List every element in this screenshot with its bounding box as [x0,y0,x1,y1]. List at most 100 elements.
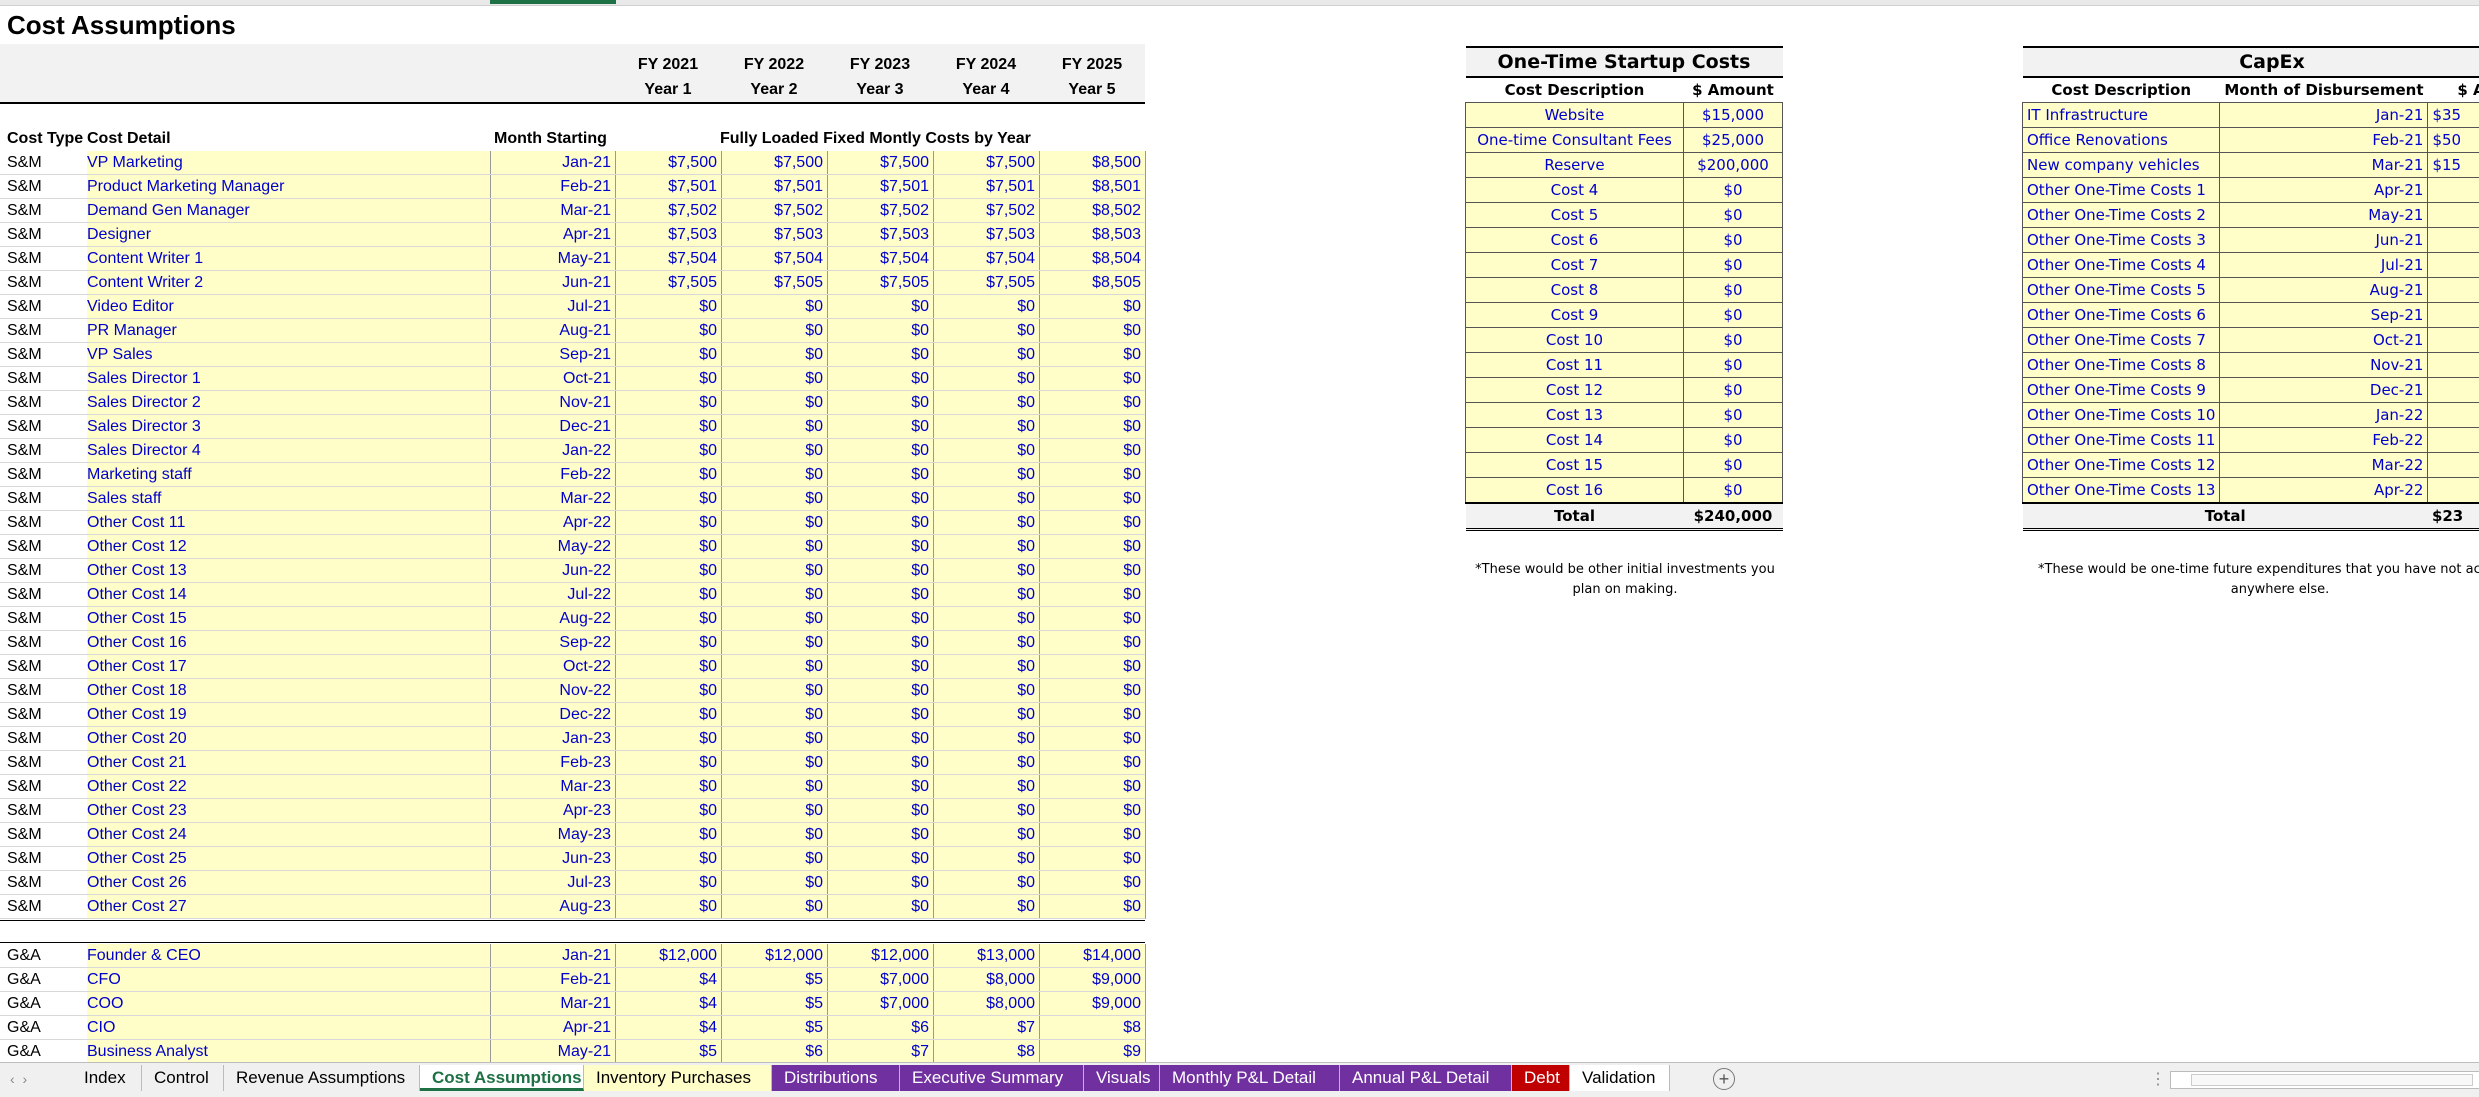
capex-month-cell[interactable]: Aug-21 [2220,278,2428,303]
cost-detail-cell[interactable]: Other Cost 13 [87,559,490,583]
monthly-cost-cell[interactable]: $8 [1040,1016,1146,1040]
monthly-cost-cell[interactable]: $0 [934,799,1040,823]
monthly-cost-cell[interactable]: $0 [1040,751,1146,775]
monthly-cost-cell[interactable]: $0 [934,823,1040,847]
cost-type-cell[interactable]: S&M [7,703,87,727]
cost-type-cell[interactable]: S&M [7,775,87,799]
monthly-cost-cell[interactable]: $0 [828,487,934,511]
capex-desc-cell[interactable]: Other One-Time Costs 8 [2023,353,2220,378]
month-starting-cell[interactable]: Jun-23 [490,847,616,871]
monthly-cost-cell[interactable]: $0 [934,439,1040,463]
monthly-cost-cell[interactable]: $0 [1040,439,1146,463]
monthly-cost-cell[interactable]: $0 [616,631,722,655]
monthly-cost-cell[interactable]: $0 [934,535,1040,559]
capex-amount-cell[interactable] [2428,253,2479,278]
monthly-cost-cell[interactable]: $0 [722,895,828,919]
capex-desc-cell[interactable]: Other One-Time Costs 2 [2023,203,2220,228]
monthly-cost-cell[interactable]: $0 [828,799,934,823]
capex-amount-cell[interactable] [2428,478,2479,504]
monthly-cost-cell[interactable]: $0 [722,799,828,823]
cost-type-cell[interactable]: S&M [7,319,87,343]
plus-circle-icon[interactable]: + [1713,1068,1735,1090]
month-starting-cell[interactable]: Feb-22 [490,463,616,487]
monthly-cost-cell[interactable]: $0 [828,631,934,655]
monthly-cost-cell[interactable]: $0 [722,823,828,847]
cost-detail-cell[interactable]: Sales Director 4 [87,439,490,463]
monthly-cost-cell[interactable]: $0 [828,295,934,319]
month-starting-cell[interactable]: Aug-22 [490,607,616,631]
monthly-cost-cell[interactable]: $0 [934,487,1040,511]
cost-type-cell[interactable]: S&M [7,175,87,199]
cost-detail-cell[interactable]: Product Marketing Manager [87,175,490,199]
monthly-cost-cell[interactable]: $0 [616,319,722,343]
cost-detail-cell[interactable]: Other Cost 26 [87,871,490,895]
monthly-cost-cell[interactable]: $0 [934,295,1040,319]
monthly-cost-cell[interactable]: $0 [934,871,1040,895]
capex-desc-cell[interactable]: Other One-Time Costs 7 [2023,328,2220,353]
monthly-cost-cell[interactable]: $7,503 [934,223,1040,247]
monthly-cost-cell[interactable]: $12,000 [722,944,828,968]
cost-type-cell[interactable]: S&M [7,367,87,391]
month-starting-cell[interactable]: Jun-22 [490,559,616,583]
cost-detail-cell[interactable]: Other Cost 15 [87,607,490,631]
capex-month-cell[interactable]: Apr-21 [2220,178,2428,203]
monthly-cost-cell[interactable]: $0 [934,631,1040,655]
cost-detail-cell[interactable]: Content Writer 1 [87,247,490,271]
monthly-cost-cell[interactable]: $0 [1040,871,1146,895]
monthly-cost-cell[interactable]: $0 [934,391,1040,415]
monthly-cost-cell[interactable]: $7,504 [616,247,722,271]
monthly-cost-cell[interactable]: $7,502 [934,199,1040,223]
capex-desc-cell[interactable]: Other One-Time Costs 1 [2023,178,2220,203]
month-starting-cell[interactable]: Jul-23 [490,871,616,895]
cost-detail-cell[interactable]: Demand Gen Manager [87,199,490,223]
capex-amount-cell[interactable] [2428,428,2479,453]
monthly-cost-cell[interactable]: $0 [616,775,722,799]
cost-type-cell[interactable]: S&M [7,655,87,679]
cost-detail-cell[interactable]: COO [87,992,490,1016]
month-starting-cell[interactable]: Jan-21 [490,151,616,175]
monthly-cost-cell[interactable]: $0 [616,607,722,631]
sheet-tab-3[interactable]: Cost Assumptions [420,1065,584,1091]
sheet-tab-11[interactable]: Validation [1570,1065,1670,1091]
scrollbar-thumb[interactable] [2191,1074,2473,1086]
monthly-cost-cell[interactable]: $0 [722,871,828,895]
monthly-cost-cell[interactable]: $7,502 [722,199,828,223]
monthly-cost-cell[interactable]: $0 [934,367,1040,391]
monthly-cost-cell[interactable]: $0 [828,679,934,703]
sheet-tab-2[interactable]: Revenue Assumptions [224,1065,420,1091]
month-starting-cell[interactable]: Mar-23 [490,775,616,799]
cost-type-cell[interactable]: G&A [7,1040,87,1062]
cost-detail-cell[interactable]: VP Marketing [87,151,490,175]
startup-amount-cell[interactable]: $0 [1684,353,1783,378]
monthly-cost-cell[interactable]: $0 [616,823,722,847]
startup-desc-cell[interactable]: Cost 5 [1466,203,1684,228]
month-starting-cell[interactable]: Feb-21 [490,968,616,992]
monthly-cost-cell[interactable]: $5 [722,1016,828,1040]
capex-amount-cell[interactable] [2428,278,2479,303]
monthly-cost-cell[interactable]: $12,000 [828,944,934,968]
monthly-cost-cell[interactable]: $0 [934,583,1040,607]
month-starting-cell[interactable]: Sep-21 [490,343,616,367]
monthly-cost-cell[interactable]: $0 [722,775,828,799]
monthly-cost-cell[interactable]: $0 [828,559,934,583]
capex-month-cell[interactable]: Jan-22 [2220,403,2428,428]
monthly-cost-cell[interactable]: $7,500 [616,151,722,175]
cost-detail-cell[interactable]: Other Cost 12 [87,535,490,559]
capex-month-cell[interactable]: Nov-21 [2220,353,2428,378]
monthly-cost-cell[interactable]: $7,505 [616,271,722,295]
monthly-cost-cell[interactable]: $6 [828,1016,934,1040]
cost-type-cell[interactable]: S&M [7,679,87,703]
monthly-cost-cell[interactable]: $0 [722,535,828,559]
monthly-cost-cell[interactable]: $0 [1040,415,1146,439]
monthly-cost-cell[interactable]: $0 [722,343,828,367]
monthly-cost-cell[interactable]: $8,503 [1040,223,1146,247]
monthly-cost-cell[interactable]: $0 [828,439,934,463]
monthly-cost-cell[interactable]: $0 [934,751,1040,775]
monthly-cost-cell[interactable]: $0 [934,679,1040,703]
capex-amount-cell[interactable] [2428,203,2479,228]
capex-month-cell[interactable]: Mar-21 [2220,153,2428,178]
startup-desc-cell[interactable]: One-time Consultant Fees [1466,128,1684,153]
cost-type-cell[interactable]: S&M [7,439,87,463]
monthly-cost-cell[interactable]: $0 [828,583,934,607]
cost-detail-cell[interactable]: VP Sales [87,343,490,367]
